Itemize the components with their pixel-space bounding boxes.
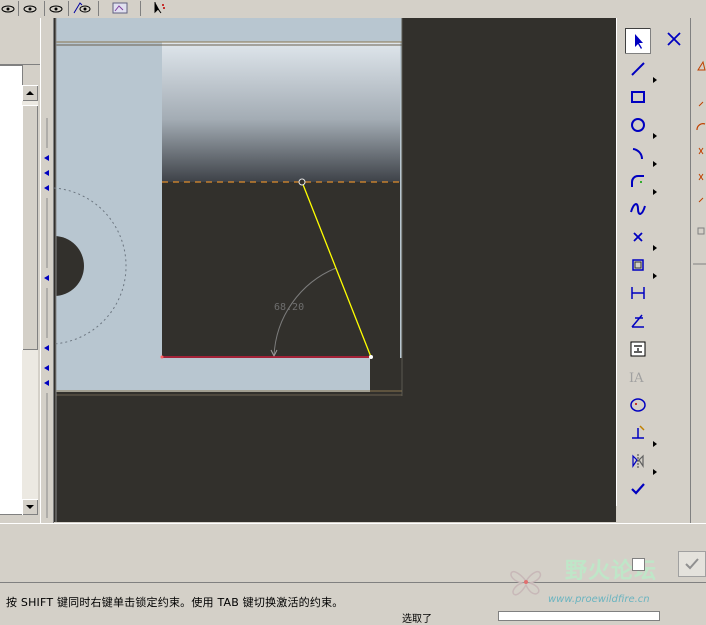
eye-icon[interactable] [22,0,38,14]
chevron-right-icon[interactable] [653,68,657,83]
mirror-icon[interactable] [625,448,651,474]
filter-input[interactable] [498,611,660,621]
constraint-icon[interactable] [625,336,651,362]
palette-icon[interactable] [625,392,651,418]
chevron-right-icon[interactable] [653,180,657,195]
chevron-right-icon[interactable] [653,432,657,447]
circle-icon[interactable] [625,112,651,138]
watermark-url: www.proewildfire.cn [548,594,650,605]
sketch-toolbox: IA [616,18,691,506]
trim-icon[interactable] [625,420,651,446]
angle-dimension-text[interactable]: 68.20 [274,302,304,313]
modify-icon[interactable] [625,308,651,334]
chevron-right-icon[interactable] [653,124,657,139]
horizontal-separator [0,523,706,549]
toolbar-separator [140,1,141,16]
sketch-vertex[interactable] [369,355,373,359]
svg-text:IA: IA [629,371,644,386]
confirm-button[interactable] [678,551,706,577]
line-icon[interactable] [625,56,651,82]
watermark-logo [500,555,552,607]
toolbar-separator [18,1,19,16]
checkmark-icon[interactable] [625,476,651,502]
layer-icon[interactable] [110,0,132,14]
right-toolbar-strip [690,18,706,523]
panel-sash[interactable] [40,18,54,523]
fillet-icon[interactable] [625,168,651,194]
scroll-thumb[interactable] [22,105,38,350]
offset-icon[interactable] [625,252,651,278]
text-icon[interactable]: IA [625,364,651,390]
sketch-canvas[interactable]: 68.20 [24,18,616,522]
scroll-up-button[interactable] [22,85,38,101]
eye-icon[interactable] [0,0,16,14]
select-arrow-icon[interactable] [150,0,166,14]
part-face [162,42,400,183]
sketch-vertex[interactable] [298,178,306,186]
filter-label: 选取了 [402,614,432,625]
sketch-vertex[interactable] [160,355,164,359]
spline-icon[interactable] [625,196,651,222]
scroll-down-button[interactable] [22,499,38,515]
arc-icon[interactable] [625,140,651,166]
arrow-cursor-icon[interactable] [625,28,651,54]
sketch-region [162,182,400,358]
eye-icon[interactable] [48,0,64,14]
point-icon[interactable] [625,224,651,250]
chevron-right-icon[interactable] [653,152,657,167]
checkbox[interactable] [632,558,645,571]
chevron-right-icon[interactable] [653,264,657,279]
toolbar-separator [44,1,45,16]
toolbar-separator [68,1,69,16]
close-icon[interactable] [665,30,683,48]
eye-icon[interactable] [72,0,91,14]
panel-header [0,52,40,65]
chevron-right-icon[interactable] [653,460,657,475]
model-tree-list[interactable] [0,65,23,515]
chevron-right-icon[interactable] [653,236,657,251]
status-message: 按 SHIFT 键同时右键单击锁定约束。使用 TAB 键切换激活的约束。 [6,596,344,609]
sketch-region-corner [370,358,402,392]
dimension-icon[interactable] [625,280,651,306]
toolbar-separator [98,1,99,16]
sketch-graphics[interactable]: 68.20 [24,18,616,522]
top-toolbar [0,0,706,19]
rectangle-icon[interactable] [625,84,651,110]
